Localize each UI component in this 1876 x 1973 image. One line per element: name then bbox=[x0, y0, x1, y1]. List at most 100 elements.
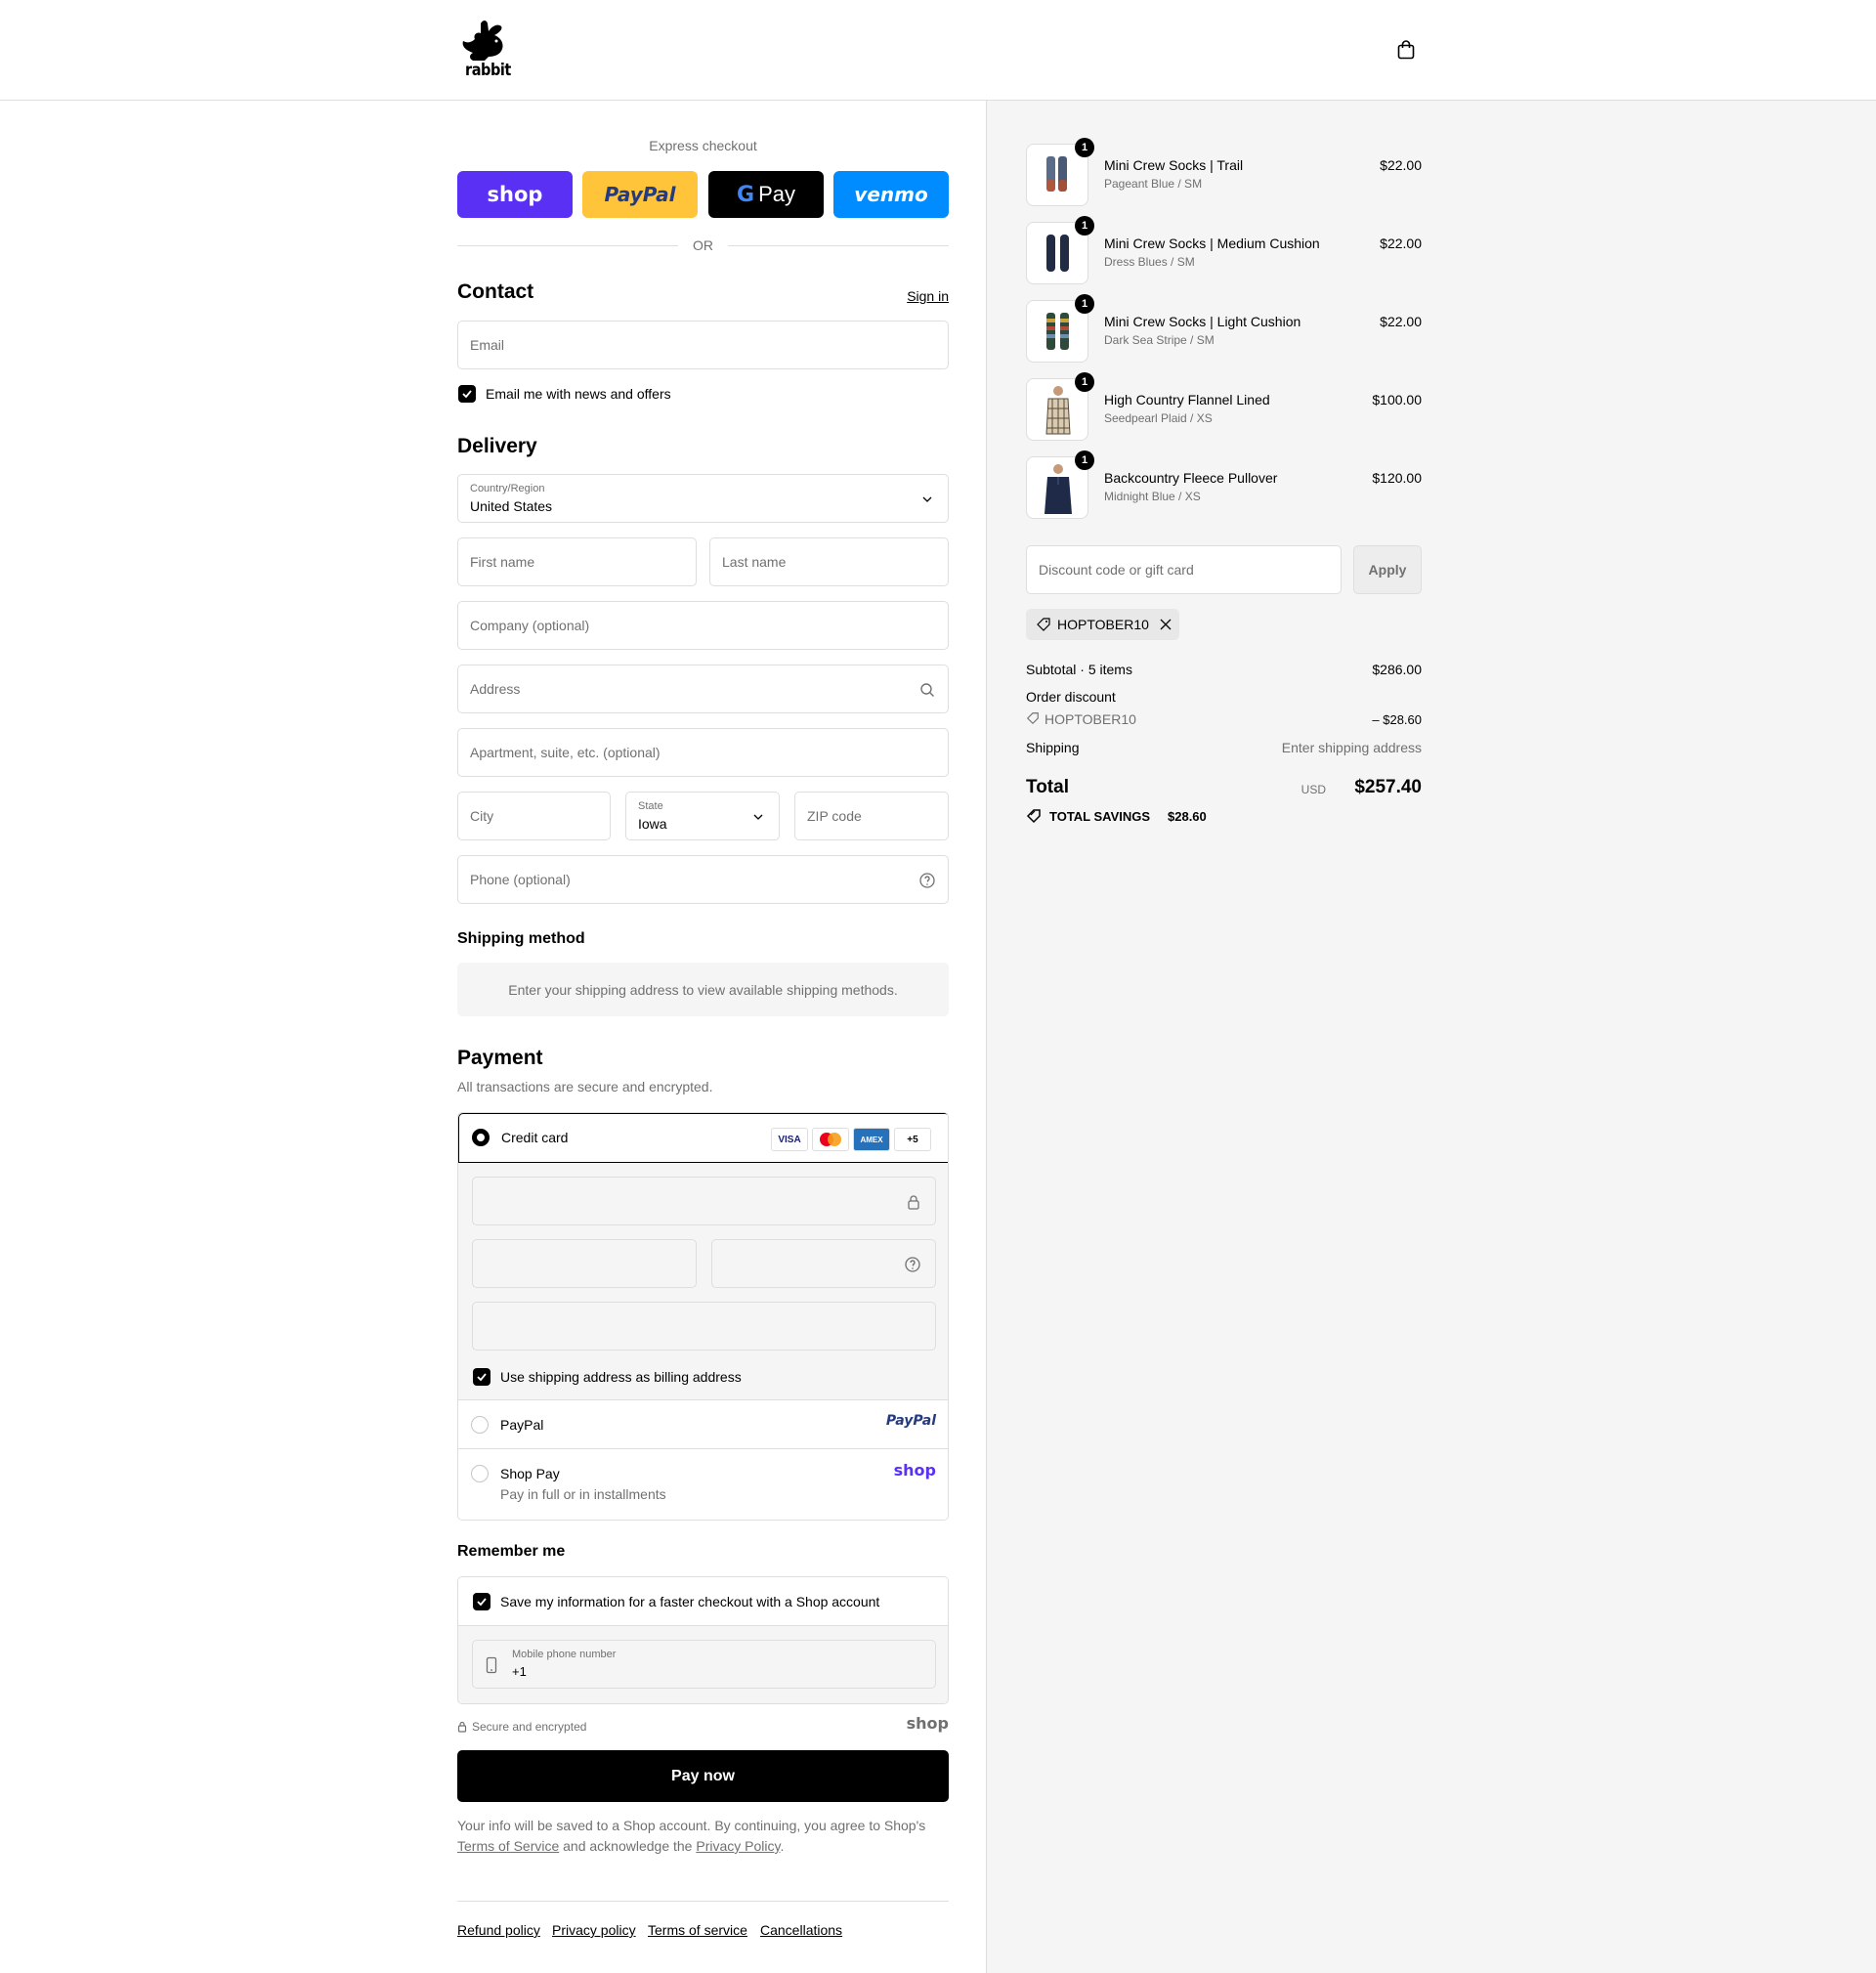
terms-of-service-link[interactable]: Terms of Service bbox=[457, 1838, 559, 1854]
payment-methods: Credit card VISA AMEX +5 Use shipping ad… bbox=[457, 1112, 949, 1521]
legal-text: Your info will be saved to a Shop accoun… bbox=[457, 1816, 949, 1857]
product-name: Backcountry Fleece Pullover bbox=[1104, 470, 1278, 486]
city-field[interactable]: City bbox=[457, 792, 611, 840]
shop-logo: shop bbox=[906, 1714, 949, 1733]
shop-pay-radio[interactable] bbox=[471, 1465, 489, 1482]
product-name: High Country Flannel Lined bbox=[1104, 392, 1270, 407]
paypal-option[interactable]: PayPal PayPal bbox=[458, 1399, 948, 1448]
shop-pay-button[interactable]: shop bbox=[457, 171, 573, 218]
apartment-field[interactable]: Apartment, suite, etc. (optional) bbox=[457, 728, 949, 777]
company-field[interactable]: Company (optional) bbox=[457, 601, 949, 650]
last-name-field[interactable]: Last name bbox=[709, 537, 949, 586]
mobile-phone-label: Mobile phone number bbox=[512, 1649, 617, 1660]
shop-pay-option[interactable]: Shop Pay Pay in full or in installments … bbox=[458, 1448, 948, 1520]
chevron-down-icon bbox=[918, 491, 936, 508]
pay-now-button[interactable]: Pay now bbox=[457, 1750, 949, 1802]
quantity-badge: 1 bbox=[1075, 216, 1094, 236]
paypal-button[interactable]: PayPal bbox=[582, 171, 698, 218]
privacy-policy-footer-link[interactable]: Privacy policy bbox=[552, 1922, 636, 1938]
cancellations-link[interactable]: Cancellations bbox=[760, 1922, 842, 1938]
billing-checkbox[interactable] bbox=[473, 1368, 490, 1386]
payment-subtitle: All transactions are secure and encrypte… bbox=[457, 1079, 713, 1094]
state-label: State bbox=[638, 800, 663, 812]
shopping-bag-icon[interactable] bbox=[1395, 39, 1417, 61]
billing-label: Use shipping address as billing address bbox=[500, 1369, 742, 1385]
email-placeholder: Email bbox=[470, 337, 505, 353]
product-price: $100.00 bbox=[1372, 392, 1422, 407]
total-currency: USD bbox=[1300, 783, 1326, 796]
order-discount-label: Order discount bbox=[1026, 689, 1116, 705]
rabbit-logo[interactable]: rabbit bbox=[459, 18, 514, 82]
email-field[interactable]: Email bbox=[457, 321, 949, 369]
address-field[interactable]: Address bbox=[457, 665, 949, 713]
state-select[interactable]: State Iowa bbox=[625, 792, 780, 840]
card-form: Use shipping address as billing address bbox=[458, 1163, 948, 1399]
remove-discount-icon[interactable] bbox=[1159, 618, 1172, 634]
delivery-heading: Delivery bbox=[457, 435, 537, 457]
discount-input[interactable]: Discount code or gift card bbox=[1026, 545, 1342, 594]
cart-item: 1 High Country Flannel Lined Seedpearl Pla… bbox=[1026, 372, 1422, 443]
footer-links: Refund policy Privacy policy Terms of se… bbox=[457, 1922, 949, 1942]
remember-me-box: Save my information for a faster checkou… bbox=[457, 1576, 949, 1704]
sign-in-link[interactable]: Sign in bbox=[907, 288, 949, 304]
paypal-radio[interactable] bbox=[471, 1416, 489, 1434]
security-code-field[interactable] bbox=[711, 1239, 936, 1288]
card-number-field[interactable] bbox=[472, 1177, 936, 1225]
pay-now-label: Pay now bbox=[671, 1767, 735, 1784]
product-price: $22.00 bbox=[1380, 236, 1422, 251]
apply-label: Apply bbox=[1368, 562, 1407, 578]
privacy-policy-link[interactable]: Privacy Policy bbox=[696, 1838, 780, 1854]
header: rabbit bbox=[0, 0, 1876, 101]
credit-card-label: Credit card bbox=[501, 1130, 569, 1145]
quantity-badge: 1 bbox=[1075, 450, 1094, 470]
zip-field[interactable]: ZIP code bbox=[794, 792, 949, 840]
chevron-down-icon bbox=[749, 808, 767, 826]
terms-of-service-footer-link[interactable]: Terms of service bbox=[648, 1922, 747, 1938]
order-discount-value: – $28.60 bbox=[1372, 712, 1422, 727]
apply-button[interactable]: Apply bbox=[1353, 545, 1422, 594]
shop-pay-logo: shop bbox=[893, 1461, 936, 1480]
google-pay-button[interactable]: G Pay bbox=[708, 171, 824, 218]
shop-pay-logo: shop bbox=[487, 183, 543, 206]
or-label: OR bbox=[693, 237, 713, 253]
footer-divider bbox=[457, 1901, 949, 1902]
secure-encrypted-label: Secure and encrypted bbox=[472, 1720, 587, 1734]
order-discount-code: HOPTOBER10 bbox=[1045, 711, 1136, 727]
zip-placeholder: ZIP code bbox=[807, 808, 862, 824]
shipping-label: Shipping bbox=[1026, 740, 1080, 755]
country-value: United States bbox=[470, 498, 553, 514]
credit-card-radio[interactable] bbox=[472, 1129, 490, 1146]
country-select[interactable]: Country/Region United States bbox=[457, 474, 949, 523]
logo-wordmark: rabbit bbox=[465, 61, 511, 80]
news-checkbox[interactable] bbox=[458, 385, 476, 403]
help-circle-icon[interactable] bbox=[904, 1256, 921, 1276]
search-icon bbox=[918, 681, 936, 699]
apartment-placeholder: Apartment, suite, etc. (optional) bbox=[470, 745, 661, 760]
mobile-phone-field[interactable]: Mobile phone number +1 bbox=[472, 1640, 936, 1689]
refund-policy-link[interactable]: Refund policy bbox=[457, 1922, 540, 1938]
legal-text-2: and acknowledge the bbox=[563, 1838, 693, 1854]
total-label: Total bbox=[1026, 777, 1069, 797]
save-info-checkbox[interactable] bbox=[473, 1593, 490, 1610]
quantity-badge: 1 bbox=[1075, 138, 1094, 157]
mobile-phone-value: +1 bbox=[512, 1664, 527, 1679]
tag-icon bbox=[1026, 711, 1040, 728]
name-on-card-field[interactable] bbox=[472, 1302, 936, 1351]
product-price: $22.00 bbox=[1380, 157, 1422, 173]
country-label: Country/Region bbox=[470, 483, 545, 494]
save-info-row[interactable]: Save my information for a faster checkou… bbox=[458, 1577, 948, 1626]
first-name-field[interactable]: First name bbox=[457, 537, 697, 586]
phone-placeholder: Phone (optional) bbox=[470, 872, 571, 887]
city-placeholder: City bbox=[470, 808, 494, 824]
credit-card-option[interactable]: Credit card VISA AMEX +5 bbox=[458, 1113, 948, 1163]
product-name: Mini Crew Socks | Light Cushion bbox=[1104, 314, 1301, 329]
expiry-field[interactable] bbox=[472, 1239, 697, 1288]
tag-icon bbox=[1036, 617, 1051, 635]
venmo-button[interactable]: venmo bbox=[833, 171, 949, 218]
quantity-badge: 1 bbox=[1075, 372, 1094, 392]
help-circle-icon[interactable] bbox=[918, 872, 936, 889]
discount-chip-code: HOPTOBER10 bbox=[1057, 617, 1149, 632]
amex-icon: AMEX bbox=[853, 1128, 890, 1151]
discount-chip: HOPTOBER10 bbox=[1026, 609, 1179, 640]
phone-field[interactable]: Phone (optional) bbox=[457, 855, 949, 904]
